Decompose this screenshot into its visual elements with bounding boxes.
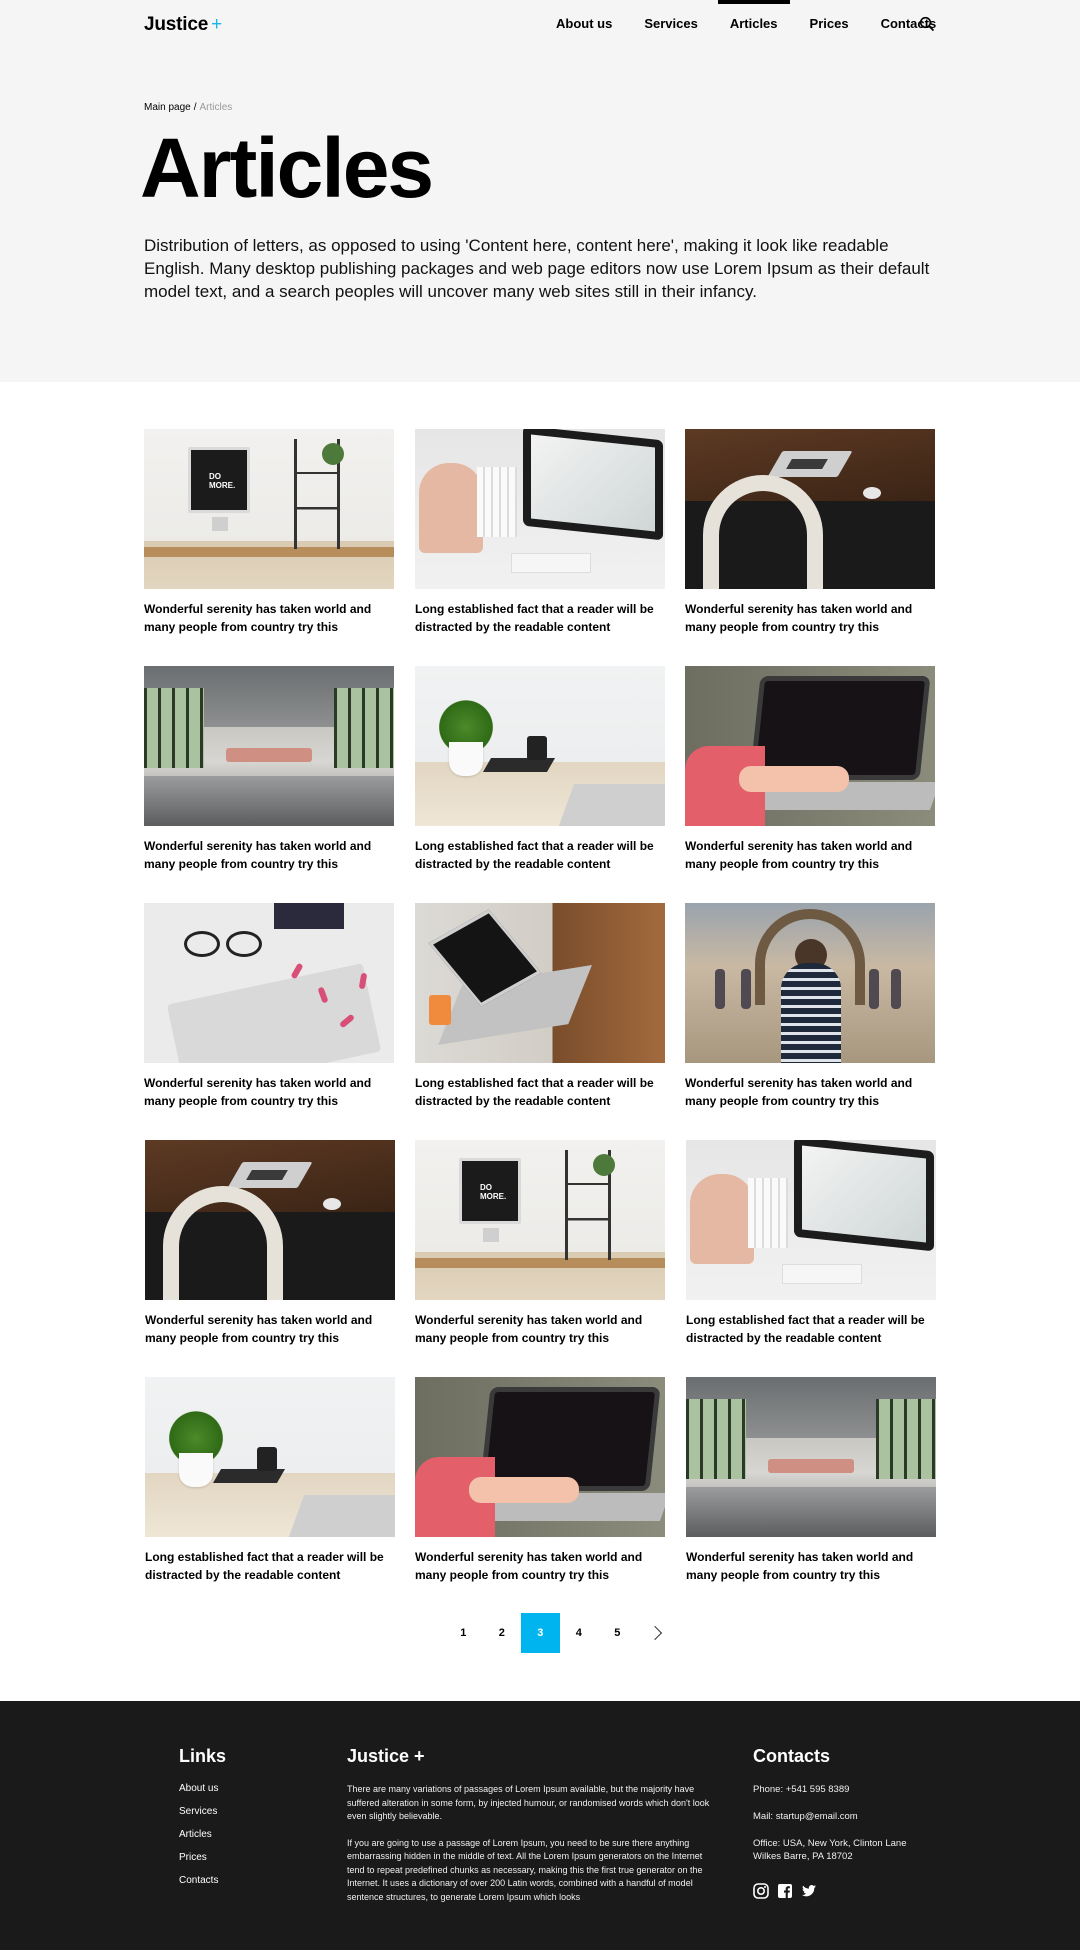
article-card[interactable]: Wonderful serenity has taken world and m… bbox=[144, 903, 394, 1110]
breadcrumb-current: Articles bbox=[199, 102, 233, 113]
article-card[interactable]: Wonderful serenity has taken world and m… bbox=[415, 1140, 665, 1347]
article-title[interactable]: Long established fact that a reader will… bbox=[415, 600, 655, 636]
article-title[interactable]: Long established fact that a reader will… bbox=[415, 1074, 655, 1110]
footer-links: Links About us Services Articles Prices … bbox=[179, 1745, 226, 1898]
footer-contacts-heading: Contacts bbox=[753, 1746, 831, 1766]
facebook-icon[interactable] bbox=[777, 1883, 793, 1899]
article-card[interactable]: Wonderful serenity has taken world and m… bbox=[685, 903, 935, 1110]
nav-about-us[interactable]: About us bbox=[540, 0, 628, 48]
article-card[interactable]: Wonderful serenity has taken world and m… bbox=[145, 1140, 395, 1347]
footer-about-text: If you are going to use a passage of Lor… bbox=[347, 1837, 703, 1902]
footer-link-services[interactable]: Services bbox=[179, 1806, 226, 1818]
article-image-laptop-chair[interactable] bbox=[685, 429, 935, 589]
article-title[interactable]: Wonderful serenity has taken world and m… bbox=[144, 600, 384, 636]
article-image-glasses[interactable] bbox=[144, 903, 394, 1063]
article-card[interactable]: Long established fact that a reader will… bbox=[686, 1140, 936, 1347]
footer-link-about-us[interactable]: About us bbox=[179, 1783, 226, 1795]
nav-prices[interactable]: Prices bbox=[794, 0, 865, 48]
article-card[interactable]: Wonderful serenity has taken world and m… bbox=[144, 666, 394, 873]
article-image-laptop-chair[interactable] bbox=[145, 1140, 395, 1300]
article-card[interactable]: Long established fact that a reader will… bbox=[415, 903, 665, 1110]
article-title[interactable]: Wonderful serenity has taken world and m… bbox=[685, 1074, 925, 1110]
footer-about-heading: Justice + bbox=[347, 1746, 425, 1766]
main-nav: About us Services Articles Prices Contac… bbox=[540, 0, 952, 48]
article-image-desk-imac[interactable] bbox=[415, 1140, 665, 1300]
page-3-button[interactable]: 3 bbox=[521, 1613, 560, 1653]
page-2-button[interactable]: 2 bbox=[483, 1613, 522, 1653]
footer-phone[interactable]: Phone: +541 595 8389 bbox=[753, 1783, 913, 1796]
article-image-imac-bag[interactable] bbox=[686, 1140, 936, 1300]
article-card[interactable]: Wonderful serenity has taken world and m… bbox=[685, 429, 935, 636]
nav-contacts[interactable]: Contacts bbox=[865, 0, 953, 48]
article-card[interactable]: Long established fact that a reader will… bbox=[415, 429, 665, 636]
article-title[interactable]: Long established fact that a reader will… bbox=[415, 837, 655, 873]
search-icon[interactable] bbox=[919, 16, 935, 32]
pagination: 1 2 3 4 5 bbox=[444, 1613, 675, 1653]
logo-plus: + bbox=[211, 14, 222, 35]
footer-links-heading: Links bbox=[179, 1746, 227, 1766]
footer-about: Justice + There are many variations of p… bbox=[347, 1745, 717, 1904]
page-1-button[interactable]: 1 bbox=[444, 1613, 483, 1653]
article-card[interactable]: Wonderful serenity has taken world and m… bbox=[144, 429, 394, 636]
footer-contacts: Contacts Phone: +541 595 8389 Mail: star… bbox=[753, 1745, 913, 1899]
social-links bbox=[753, 1883, 913, 1899]
article-image-street[interactable] bbox=[685, 903, 935, 1063]
nav-services[interactable]: Services bbox=[628, 0, 714, 48]
article-title[interactable]: Wonderful serenity has taken world and m… bbox=[685, 837, 925, 873]
article-card[interactable]: Wonderful serenity has taken world and m… bbox=[685, 666, 935, 873]
breadcrumb-home[interactable]: Main page bbox=[144, 102, 191, 113]
footer-office: Office: USA, New York, Clinton Lane Wilk… bbox=[753, 1838, 907, 1862]
article-image-typing[interactable] bbox=[415, 1377, 665, 1537]
article-title[interactable]: Wonderful serenity has taken world and m… bbox=[685, 600, 925, 636]
page-title: Articles bbox=[140, 121, 434, 215]
page-5-button[interactable]: 5 bbox=[598, 1613, 637, 1653]
footer-mail[interactable]: Mail: startup@email.com bbox=[753, 1810, 913, 1823]
article-card[interactable]: Wonderful serenity has taken world and m… bbox=[686, 1377, 936, 1584]
footer: Links About us Services Articles Prices … bbox=[0, 1701, 1080, 1950]
article-image-desk-imac[interactable] bbox=[144, 429, 394, 589]
page-header: Justice + About us Services Articles Pric… bbox=[0, 0, 1080, 382]
article-image-plant[interactable] bbox=[145, 1377, 395, 1537]
article-image-office[interactable] bbox=[686, 1377, 936, 1537]
instagram-icon[interactable] bbox=[753, 1883, 769, 1899]
footer-link-contacts[interactable]: Contacts bbox=[179, 1875, 226, 1887]
article-card[interactable]: Long established fact that a reader will… bbox=[415, 666, 665, 873]
article-card[interactable]: Wonderful serenity has taken world and m… bbox=[415, 1377, 665, 1584]
page-4-button[interactable]: 4 bbox=[560, 1613, 599, 1653]
article-title[interactable]: Long established fact that a reader will… bbox=[686, 1311, 926, 1347]
article-image-office[interactable] bbox=[144, 666, 394, 826]
footer-link-articles[interactable]: Articles bbox=[179, 1829, 226, 1841]
article-image-typing[interactable] bbox=[685, 666, 935, 826]
article-card[interactable]: Long established fact that a reader will… bbox=[145, 1377, 395, 1584]
breadcrumb: Main page / Articles bbox=[144, 102, 232, 113]
nav-articles[interactable]: Articles bbox=[714, 0, 794, 48]
page-intro: Distribution of letters, as opposed to u… bbox=[144, 236, 930, 301]
article-title[interactable]: Wonderful serenity has taken world and m… bbox=[686, 1548, 926, 1584]
footer-link-prices[interactable]: Prices bbox=[179, 1852, 226, 1864]
article-title[interactable]: Wonderful serenity has taken world and m… bbox=[415, 1548, 655, 1584]
article-image-macbook-hands[interactable] bbox=[415, 903, 665, 1063]
article-image-imac-bag[interactable] bbox=[415, 429, 665, 589]
article-title[interactable]: Wonderful serenity has taken world and m… bbox=[145, 1311, 385, 1347]
logo[interactable]: Justice + bbox=[144, 14, 222, 36]
twitter-icon[interactable] bbox=[801, 1883, 817, 1899]
article-title[interactable]: Wonderful serenity has taken world and m… bbox=[415, 1311, 655, 1347]
article-title[interactable]: Long established fact that a reader will… bbox=[145, 1548, 385, 1584]
chevron-right-icon[interactable] bbox=[637, 1613, 675, 1653]
logo-text: Justice bbox=[144, 14, 209, 35]
breadcrumb-separator: / bbox=[193, 102, 197, 113]
article-title[interactable]: Wonderful serenity has taken world and m… bbox=[144, 837, 384, 873]
article-image-plant[interactable] bbox=[415, 666, 665, 826]
article-title[interactable]: Wonderful serenity has taken world and m… bbox=[144, 1074, 384, 1110]
footer-about-text: There are many variations of passages of… bbox=[347, 1784, 710, 1821]
